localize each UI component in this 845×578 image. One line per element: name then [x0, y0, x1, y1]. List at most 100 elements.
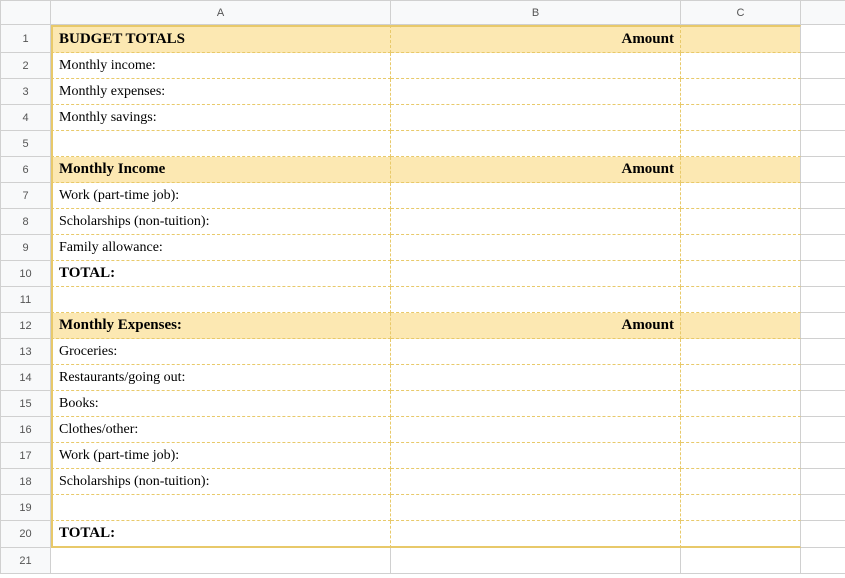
cell-extra-18[interactable]: [801, 469, 845, 495]
cell-extra-17[interactable]: [801, 443, 845, 469]
cell-b10[interactable]: [391, 261, 681, 287]
row-header-14[interactable]: 14: [1, 365, 51, 391]
row-header-18[interactable]: 18: [1, 469, 51, 495]
row-header-20[interactable]: 20: [1, 521, 51, 548]
cell-a1[interactable]: BUDGET TOTALS: [51, 25, 391, 53]
cell-b8[interactable]: [391, 209, 681, 235]
cell-b20[interactable]: [391, 521, 681, 548]
cell-c11[interactable]: [681, 287, 801, 313]
cell-c12[interactable]: [681, 313, 801, 339]
row-header-16[interactable]: 16: [1, 417, 51, 443]
cell-extra-12[interactable]: [801, 313, 845, 339]
cell-c10[interactable]: [681, 261, 801, 287]
row-header-9[interactable]: 9: [1, 235, 51, 261]
cell-a16[interactable]: Clothes/other:: [51, 417, 391, 443]
cell-b4[interactable]: [391, 105, 681, 131]
cell-b3[interactable]: [391, 79, 681, 105]
cell-a11[interactable]: [51, 287, 391, 313]
row-header-11[interactable]: 11: [1, 287, 51, 313]
row-header-3[interactable]: 3: [1, 79, 51, 105]
column-header-extra[interactable]: [801, 1, 845, 25]
row-header-6[interactable]: 6: [1, 157, 51, 183]
cell-a14[interactable]: Restaurants/going out:: [51, 365, 391, 391]
row-header-2[interactable]: 2: [1, 53, 51, 79]
cell-a12[interactable]: Monthly Expenses:: [51, 313, 391, 339]
cell-extra-11[interactable]: [801, 287, 845, 313]
cell-extra-8[interactable]: [801, 209, 845, 235]
cell-c6[interactable]: [681, 157, 801, 183]
cell-b18[interactable]: [391, 469, 681, 495]
cell-c18[interactable]: [681, 469, 801, 495]
cell-b6[interactable]: Amount: [391, 157, 681, 183]
cell-b1[interactable]: Amount: [391, 25, 681, 53]
cell-extra-15[interactable]: [801, 391, 845, 417]
cell-extra-21[interactable]: [801, 548, 845, 574]
cell-a3[interactable]: Monthly expenses:: [51, 79, 391, 105]
row-header-1[interactable]: 1: [1, 25, 51, 53]
cell-extra-10[interactable]: [801, 261, 845, 287]
cell-a18[interactable]: Scholarships (non-tuition):: [51, 469, 391, 495]
cell-extra-2[interactable]: [801, 53, 845, 79]
cell-c16[interactable]: [681, 417, 801, 443]
cell-extra-13[interactable]: [801, 339, 845, 365]
cell-a17[interactable]: Work (part-time job):: [51, 443, 391, 469]
cell-extra-16[interactable]: [801, 417, 845, 443]
cell-extra-19[interactable]: [801, 495, 845, 521]
cell-c5[interactable]: [681, 131, 801, 157]
row-header-15[interactable]: 15: [1, 391, 51, 417]
cell-a21[interactable]: [51, 548, 391, 574]
cell-a20[interactable]: TOTAL:: [51, 521, 391, 548]
cell-extra-4[interactable]: [801, 105, 845, 131]
cell-c15[interactable]: [681, 391, 801, 417]
cell-a4[interactable]: Monthly savings:: [51, 105, 391, 131]
cell-c14[interactable]: [681, 365, 801, 391]
row-header-17[interactable]: 17: [1, 443, 51, 469]
cell-b16[interactable]: [391, 417, 681, 443]
cell-a2[interactable]: Monthly income:: [51, 53, 391, 79]
cell-b9[interactable]: [391, 235, 681, 261]
cell-extra-14[interactable]: [801, 365, 845, 391]
cell-c17[interactable]: [681, 443, 801, 469]
row-header-8[interactable]: 8: [1, 209, 51, 235]
cell-b12[interactable]: Amount: [391, 313, 681, 339]
cell-b21[interactable]: [391, 548, 681, 574]
row-header-10[interactable]: 10: [1, 261, 51, 287]
cell-c8[interactable]: [681, 209, 801, 235]
cell-a10[interactable]: TOTAL:: [51, 261, 391, 287]
row-header-19[interactable]: 19: [1, 495, 51, 521]
cell-c3[interactable]: [681, 79, 801, 105]
row-header-7[interactable]: 7: [1, 183, 51, 209]
cell-b19[interactable]: [391, 495, 681, 521]
cell-c1[interactable]: [681, 25, 801, 53]
cell-a8[interactable]: Scholarships (non-tuition):: [51, 209, 391, 235]
cell-a13[interactable]: Groceries:: [51, 339, 391, 365]
cell-extra-3[interactable]: [801, 79, 845, 105]
cell-extra-5[interactable]: [801, 131, 845, 157]
cell-b14[interactable]: [391, 365, 681, 391]
cell-a19[interactable]: [51, 495, 391, 521]
cell-b2[interactable]: [391, 53, 681, 79]
cell-c19[interactable]: [681, 495, 801, 521]
cell-b17[interactable]: [391, 443, 681, 469]
cell-a9[interactable]: Family allowance:: [51, 235, 391, 261]
row-header-12[interactable]: 12: [1, 313, 51, 339]
row-header-5[interactable]: 5: [1, 131, 51, 157]
cell-extra-7[interactable]: [801, 183, 845, 209]
column-header-c[interactable]: C: [681, 1, 801, 25]
cell-a7[interactable]: Work (part-time job):: [51, 183, 391, 209]
cell-c4[interactable]: [681, 105, 801, 131]
cell-c21[interactable]: [681, 548, 801, 574]
cell-extra-1[interactable]: [801, 25, 845, 53]
cell-b11[interactable]: [391, 287, 681, 313]
cell-a5[interactable]: [51, 131, 391, 157]
cell-c9[interactable]: [681, 235, 801, 261]
cell-c7[interactable]: [681, 183, 801, 209]
cell-b13[interactable]: [391, 339, 681, 365]
cell-extra-9[interactable]: [801, 235, 845, 261]
cell-b7[interactable]: [391, 183, 681, 209]
row-header-13[interactable]: 13: [1, 339, 51, 365]
column-header-b[interactable]: B: [391, 1, 681, 25]
cell-extra-6[interactable]: [801, 157, 845, 183]
cell-b15[interactable]: [391, 391, 681, 417]
column-header-a[interactable]: A: [51, 1, 391, 25]
